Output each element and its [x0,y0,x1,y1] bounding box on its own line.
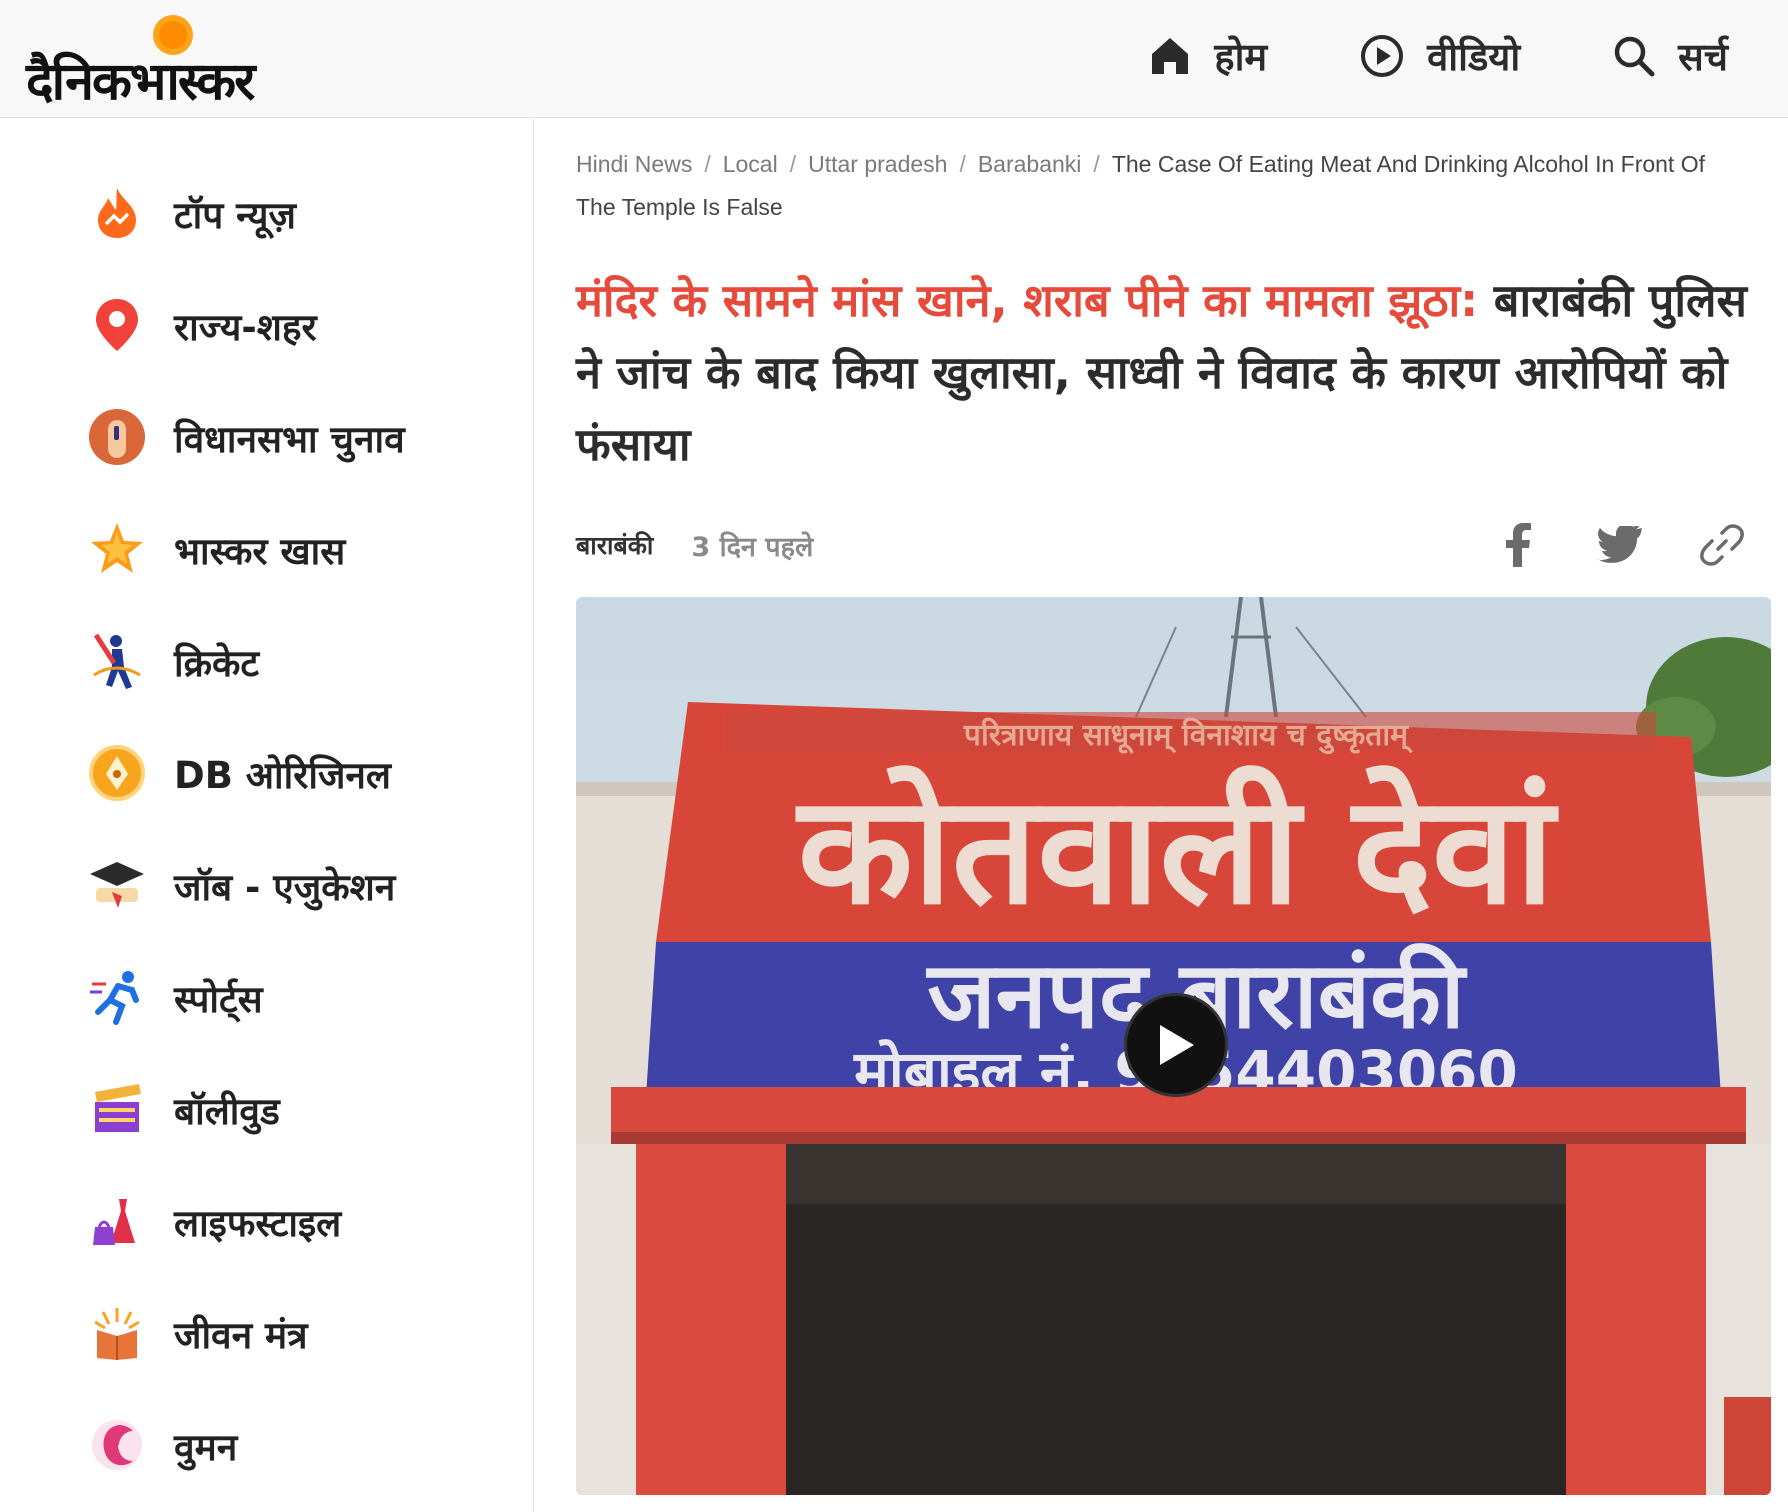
runner-icon [90,971,139,1025]
search-icon [1614,36,1655,77]
logo-text: दैनिकभास्कर [26,52,255,112]
share-twitter[interactable] [1596,521,1644,569]
home-icon [1152,38,1189,74]
sidebar-item-top-news[interactable]: टॉप न्यूज़ [88,173,296,253]
video-play-button[interactable] [1124,993,1228,1097]
link-icon [1700,524,1744,566]
sidebar-item-lifestyle[interactable]: लाइफस्टाइल [88,1181,341,1261]
sidebar-item-state-city[interactable]: राज्य-शहर [88,285,317,365]
sidebar-item-job-education[interactable]: जॉब - एजुकेशन [88,845,395,925]
sidebar-item-label: क्रिकेट [174,641,260,685]
sidebar-item-election[interactable]: विधानसभा चुनाव [88,397,405,477]
sidebar-item-label: वुमन [174,1425,238,1469]
woman-icon [92,1420,142,1470]
twitter-icon [1598,526,1642,563]
article-headline: मंदिर के सामने मांस खाने, शराब पीने का म… [576,265,1766,481]
cricket-icon [93,633,141,689]
article-video[interactable]: परित्राणाय साधूनाम् विनाशाय च दुष्कृताम्… [576,597,1771,1495]
nav-search[interactable]: सर्च [1612,30,1728,82]
nav-home-label: होम [1214,35,1268,79]
dress-bag-icon [93,1199,135,1245]
nav-video[interactable]: वीडियो [1359,30,1520,82]
svg-text:परित्राणाय साधूनाम् विनाशाय च: परित्राणाय साधूनाम् विनाशाय च दुष्कृताम् [963,717,1413,755]
share-facebook[interactable] [1494,521,1542,569]
sidebar-item-label: भास्कर खास [174,529,346,573]
nav-home[interactable]: होम [1148,30,1267,82]
breadcrumb-separator: / [1093,151,1100,177]
sidebar-item-jeevan-mantra[interactable]: जीवन मंत्र [88,1293,308,1373]
svg-text:कोतवाली देवां: कोतवाली देवां [795,764,1560,938]
book-icon [94,1308,140,1360]
sidebar-item-bhaskar-khas[interactable]: भास्कर खास [88,509,345,589]
fire-icon [98,188,136,238]
sidebar-item-label: जॉब - एजुकेशन [174,865,396,909]
sidebar: टॉप न्यूज़ राज्य-शहर विधानसभा चुनाव भास्… [0,119,534,1512]
sidebar-item-label: टॉप न्यूज़ [174,193,296,237]
breadcrumb-local[interactable]: Local [723,151,778,177]
sidebar-item-cricket[interactable]: क्रिकेट [88,621,259,701]
sidebar-item-label: राज्य-शहर [174,305,317,349]
sidebar-item-db-original[interactable]: DB ओरिजिनल [88,733,391,813]
play-icon [1160,1025,1194,1065]
top-nav: होम वीडियो सर्च [1148,22,1728,90]
breadcrumb-hindi-news[interactable]: Hindi News [576,151,692,177]
location-pin-icon [96,299,138,351]
breadcrumb: Hindi News / Local / Uttar pradesh / Barabanki… [576,143,1746,229]
sidebar-item-label: जीवन मंत्र [174,1313,308,1357]
facebook-icon [1506,523,1531,567]
sidebar-item-bollywood[interactable]: बॉलीवुड [88,1069,280,1149]
headline-highlight: मंदिर के सामने मांस खाने, शराब पीने का म… [576,274,1479,327]
breadcrumb-uttar-pradesh[interactable]: Uttar pradesh [808,151,947,177]
article-time: 3 दिन पहले [691,531,814,563]
breadcrumb-separator: / [959,151,966,177]
article-meta: बाराबंकी 3 दिन पहले [576,515,1766,575]
sidebar-item-sports[interactable]: स्पोर्ट्स [88,957,263,1037]
sidebar-item-woman[interactable]: वुमन [88,1405,237,1485]
pen-nib-icon [89,745,145,801]
breadcrumb-separator: / [704,151,711,177]
sidebar-item-label: स्पोर्ट्स [174,977,263,1021]
nav-search-label: सर्च [1678,35,1728,79]
star-icon [91,523,143,573]
sidebar-item-label: विधानसभा चुनाव [174,417,405,461]
voting-finger-icon [89,409,145,465]
breadcrumb-separator: / [789,151,797,177]
share-copy-link[interactable] [1698,521,1746,569]
sidebar-item-label: बॉलीवुड [174,1089,280,1133]
dainik-bhaskar-logo[interactable]: दैनिकभास्कर [24,6,314,112]
sidebar-item-label: लाइफस्टाइल [174,1201,342,1245]
sidebar-item-label: DB ओरिजिनल [174,753,392,797]
breadcrumb-barabanki[interactable]: Barabanki [978,151,1082,177]
graduation-cap-icon [90,862,144,908]
site-header: दैनिकभास्कर होम वीडियो सर्च [0,0,1788,118]
share-bar [1494,521,1746,569]
article-city[interactable]: बाराबंकी [576,528,653,562]
clapperboard-icon [95,1084,141,1132]
play-circle-icon [1361,35,1404,77]
nav-video-label: वीडियो [1427,35,1521,79]
